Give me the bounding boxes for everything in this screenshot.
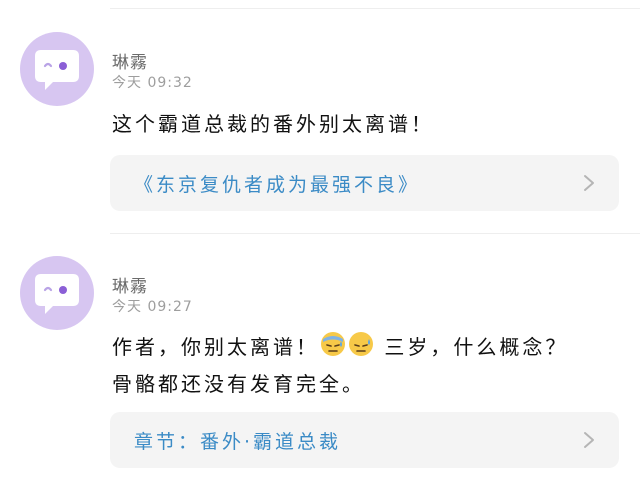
comment-text: 作者，你别太离谱！ 三岁，什么概念？ 骨骼都还没有发育完全。: [112, 330, 612, 401]
username[interactable]: 琳霧: [112, 272, 148, 297]
avatar[interactable]: [20, 256, 94, 330]
comment-item: 琳霧 今天 09:27 作者，你别太离谱！ 三岁，什么概念？ 骨骼都还没有发育完…: [0, 0, 640, 484]
comment-text-part: 作者，你别太离谱！: [112, 335, 319, 359]
chat-bubble-icon: [35, 274, 79, 314]
downcast-sweat-emoji-icon: [348, 331, 374, 367]
comment-text-line: 骨骼都还没有发育完全。: [112, 371, 365, 396]
linked-chapter-card[interactable]: 章节：番外·霸道总裁: [110, 412, 619, 468]
linked-chapter-title: 章节：番外·霸道总裁: [134, 431, 342, 453]
chevron-right-icon: [584, 432, 594, 448]
timestamp: 今天 09:27: [112, 299, 193, 315]
downcast-sweat-emoji-icon: [320, 331, 346, 367]
comment-text-part: 三岁，什么概念？: [375, 335, 569, 359]
